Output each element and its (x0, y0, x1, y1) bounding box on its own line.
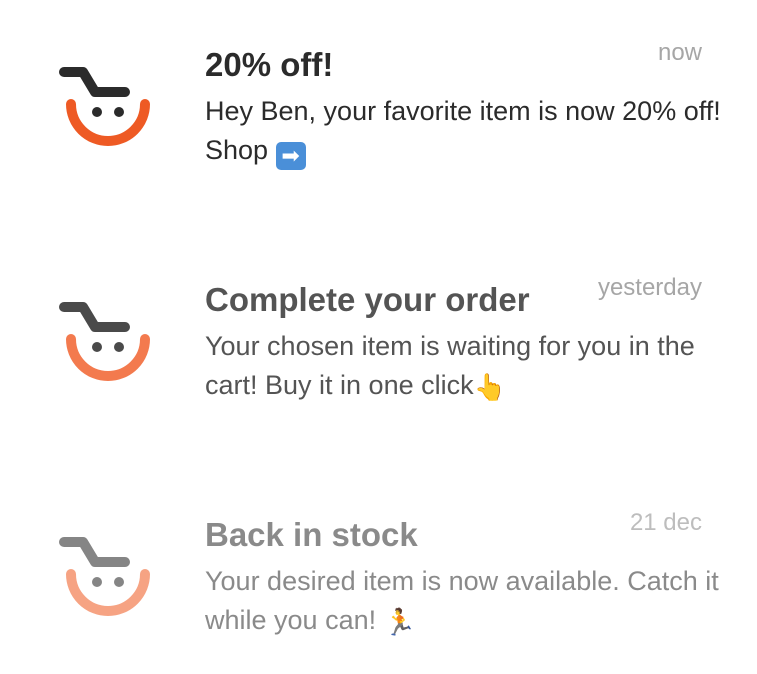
notification-item[interactable]: Back in stock Your desired item is now a… (0, 470, 757, 670)
notification-title: Back in stock (205, 516, 418, 553)
cart-wheel-left (92, 342, 102, 352)
shopping-cart-icon (55, 60, 155, 150)
notification-item[interactable]: Complete your order Your chosen item is … (0, 235, 757, 435)
cart-smile (66, 569, 150, 616)
cart-handle (59, 302, 130, 332)
cart-handle (59, 67, 130, 97)
cart-wheel-right (114, 342, 124, 352)
notification-title: 20% off! (205, 46, 334, 83)
notification-body: Your chosen item is waiting for you in t… (205, 327, 725, 407)
shopping-cart-icon (55, 530, 155, 620)
notification-body: Hey Ben, your favorite item is now 20% o… (205, 92, 725, 170)
notification-body: Your desired item is now available. Catc… (205, 562, 725, 642)
notification-title: Complete your order (205, 281, 530, 318)
cart-wheel-right (114, 107, 124, 117)
notification-body-text: Your desired item is now available. Catc… (205, 566, 719, 635)
notification-time: 21 dec (629, 509, 702, 536)
notification-body-text: Your chosen item is waiting for you in t… (205, 331, 695, 400)
right-arrow-icon: ➡ (275, 142, 306, 170)
notification-item[interactable]: 20% off! Hey Ben, your favorite item is … (0, 0, 757, 200)
cart-handle (59, 537, 130, 567)
cart-wheel-left (92, 107, 102, 117)
cart-smile (66, 334, 150, 381)
cart-wheel-left (92, 577, 102, 587)
cart-wheel-right (114, 577, 124, 587)
shopping-cart-icon (55, 295, 155, 385)
notification-time: now (657, 39, 702, 66)
running-person-icon: 🏃 (383, 607, 416, 637)
pointing-hand-icon: 👆 (473, 372, 506, 402)
cart-smile (66, 99, 150, 146)
notification-time: yesterday (597, 274, 702, 301)
